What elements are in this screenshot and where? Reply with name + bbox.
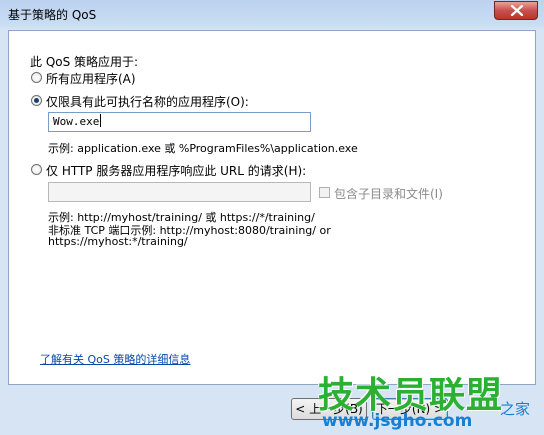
radio-named-app-label: 仅限具有此可执行名称的应用程序(O): (46, 95, 249, 109)
watermark-url: www.jsgho.com (322, 411, 473, 431)
radio-all-apps-label: 所有应用程序(A) (46, 72, 136, 86)
url-example-3: https://myhost:*/training/ (48, 235, 188, 248)
url-input[interactable] (48, 182, 311, 202)
applies-label: 此 QoS 策略应用于: (30, 55, 139, 69)
include-subdirs-label: 包含子目录和文件(I) (334, 187, 443, 201)
exe-name-value: Wow.exe (53, 115, 100, 128)
radio-all-apps[interactable] (31, 72, 42, 83)
qos-dialog-window: 基于策略的 QoS 此 QoS 策略应用于: 所有应用程序(A) 仅限具有此可执… (0, 0, 544, 435)
exe-name-input[interactable]: Wow.exe (48, 112, 311, 132)
radio-http-url-label: 仅 HTTP 服务器应用程序响应此 URL 的请求(H): (46, 164, 307, 178)
dialog-content: 此 QoS 策略应用于: 所有应用程序(A) 仅限具有此可执行名称的应用程序(O… (8, 30, 536, 385)
radio-http-url[interactable] (31, 164, 42, 175)
window-title: 基于策略的 QoS (8, 8, 97, 22)
watermark-suffix: 之家 (500, 400, 531, 418)
radio-named-app[interactable] (31, 95, 42, 106)
include-subdirs-checkbox[interactable] (319, 187, 330, 198)
title-bar[interactable]: 基于策略的 QoS (0, 0, 544, 28)
close-button[interactable] (494, 1, 538, 20)
exe-example: 示例: application.exe 或 %ProgramFiles%\app… (48, 142, 358, 155)
close-icon (510, 5, 524, 16)
learn-more-link[interactable]: 了解有关 QoS 策略的详细信息 (40, 351, 190, 367)
